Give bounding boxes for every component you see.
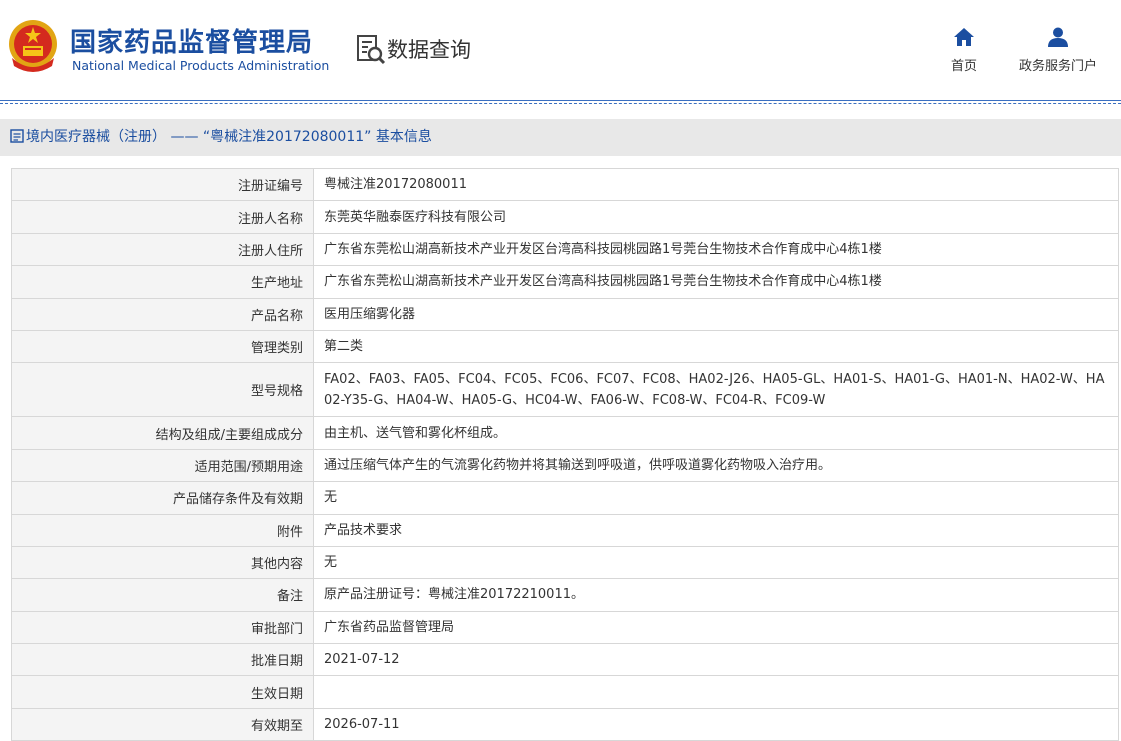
field-label: 附件 (11, 513, 314, 547)
table-row: 管理类别 第二类 (11, 329, 1119, 364)
field-value: 无 (313, 481, 1119, 515)
field-label: 型号规格 (11, 362, 314, 418)
table-row: 产品名称 医用压缩雾化器 (11, 297, 1119, 331)
table-row: 批准日期 2021-07-12 (11, 643, 1119, 677)
field-value: 广东省东莞松山湖高新技术产业开发区台湾高科技园桃园路1号莞台生物技术合作育成中心… (313, 265, 1119, 299)
field-label: 备注 (11, 578, 314, 612)
field-label: 管理类别 (11, 329, 314, 364)
field-value: 2026-07-11 (313, 707, 1119, 741)
nav-gov-services-label: 政务服务门户 (1018, 59, 1097, 74)
field-label: 结构及组成/主要组成成分 (11, 416, 314, 450)
table-row: 生效日期 (11, 675, 1119, 709)
table-row: 附件 产品技术要求 (11, 513, 1119, 547)
table-row: 生产地址 广东省东莞松山湖高新技术产业开发区台湾高科技园桃园路1号莞台生物技术合作… (11, 265, 1119, 299)
header-divider (0, 100, 1121, 104)
user-icon (1048, 27, 1068, 47)
field-value: 第二类 (313, 329, 1119, 364)
nav-home-link[interactable]: 首页 (916, 26, 1012, 74)
agency-name-en: National Medical Products Administration (72, 58, 330, 73)
table-row: 结构及组成/主要组成成分 由主机、送气管和雾化杯组成。 (11, 416, 1119, 450)
field-value: 通过压缩气体产生的气流雾化药物并将其输送到呼吸道，供呼吸道雾化药物吸入治疗用。 (313, 448, 1119, 483)
breadcrumb-text: 境内医疗器械（注册） —— “粤械注准20172080011” 基本信息 (26, 129, 432, 145)
field-value: 东莞英华融泰医疗科技有限公司 (313, 200, 1119, 234)
document-icon (10, 129, 24, 143)
field-value: 广东省东莞松山湖高新技术产业开发区台湾高科技园桃园路1号莞台生物技术合作育成中心… (313, 232, 1119, 267)
field-value: FA02、FA03、FA05、FC04、FC05、FC06、FC07、FC08、… (313, 362, 1119, 418)
field-label: 适用范围/预期用途 (11, 448, 314, 483)
table-row: 其他内容无 (11, 545, 1119, 580)
field-label: 其他内容 (11, 545, 314, 580)
breadcrumb: 境内医疗器械（注册） —— “粤械注准20172080011” 基本信息 (0, 119, 1121, 156)
home-icon (954, 28, 974, 46)
table-row: 有效期至 2026-07-11 (11, 707, 1119, 741)
registration-info-table: 注册证编号 粤械注准20172080011 注册人名称 东莞英华融泰医疗科技有限公司… (11, 167, 1119, 741)
table-row: 型号规格 FA02、FA03、FA05、FC04、FC05、FC06、FC07、F… (11, 362, 1119, 418)
field-label: 注册证编号 (11, 167, 314, 202)
data-query-icon (357, 35, 386, 65)
table-row: 注册证编号 粤械注准20172080011 (11, 167, 1119, 202)
table-row: 适用范围/预期用途 通过压缩气体产生的气流雾化药物并将其输送到呼吸道，供呼吸道雾化… (11, 448, 1119, 483)
agency-name-cn: 国家药品监督管理局 (70, 28, 314, 58)
field-value: 无 (313, 545, 1119, 580)
field-label: 批准日期 (11, 643, 314, 677)
table-row: 产品储存条件及有效期无 (11, 481, 1119, 515)
table-row: 备注 原产品注册证号：粤械注准20172210011。 (11, 578, 1119, 612)
field-value: 粤械注准20172080011 (313, 167, 1119, 202)
nav-home-label: 首页 (950, 59, 977, 74)
field-value: 2021-07-12 (313, 643, 1119, 677)
table-row: 审批部门 广东省药品监督管理局 (11, 610, 1119, 645)
site-header: 国家药品监督管理局 National Medical Products Admi… (0, 0, 1121, 100)
field-value: 医用压缩雾化器 (313, 297, 1119, 331)
field-value: 原产品注册证号：粤械注准20172210011。 (313, 578, 1119, 612)
field-value: 广东省药品监督管理局 (313, 610, 1119, 645)
field-value: 产品技术要求 (313, 513, 1119, 547)
field-label: 注册人名称 (11, 200, 314, 234)
field-label: 注册人住所 (11, 232, 314, 267)
field-label: 产品储存条件及有效期 (11, 481, 314, 515)
national-emblem-icon (9, 20, 57, 72)
field-label: 产品名称 (11, 297, 314, 331)
table-row: 注册人名称 东莞英华融泰医疗科技有限公司 (11, 200, 1119, 234)
field-label: 生效日期 (11, 675, 314, 709)
field-value (313, 675, 1119, 709)
field-value: 由主机、送气管和雾化杯组成。 (313, 416, 1119, 450)
nav-gov-services-link[interactable]: 政务服务门户 (1010, 26, 1106, 74)
field-label: 有效期至 (11, 707, 314, 741)
section-title: 数据查询 (387, 38, 471, 62)
field-label: 审批部门 (11, 610, 314, 645)
field-label: 生产地址 (11, 265, 314, 299)
table-row: 注册人住所 广东省东莞松山湖高新技术产业开发区台湾高科技园桃园路1号莞台生物技术合… (11, 232, 1119, 267)
